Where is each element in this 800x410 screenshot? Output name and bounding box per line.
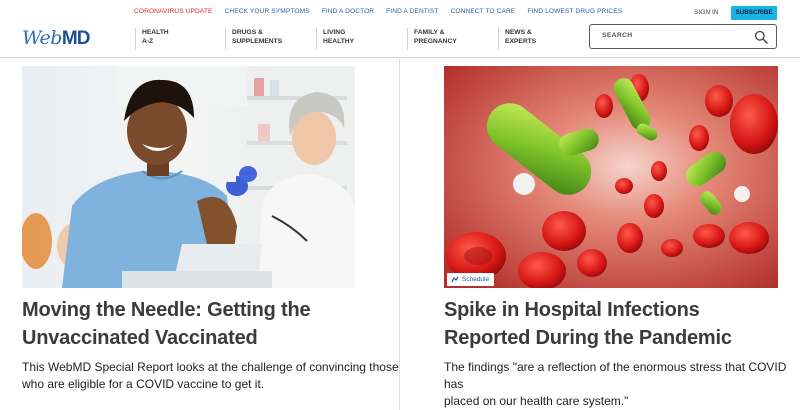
article-2-description: The findings "are a reflection of the en… (444, 359, 800, 410)
article-2-title-line2: Reported During the Pandemic (444, 327, 732, 349)
nav-drugs-supplements[interactable]: DRUGS & SUPPLEMENTS (225, 28, 282, 50)
article-2-desc-line1: The findings "are a reflection of the en… (444, 360, 787, 391)
nav-health-az[interactable]: HEALTH A-Z (135, 28, 169, 50)
logo-web-text: Web (22, 27, 62, 49)
coronavirus-update-link[interactable]: CORONAVIRUS UPDATE (134, 8, 213, 15)
connect-to-care-link[interactable]: CONNECT TO CARE (451, 8, 516, 15)
utility-links: CORONAVIRUS UPDATE CHECK YOUR SYMPTOMS F… (134, 8, 634, 15)
nav-living-line2: HEALTHY (323, 38, 355, 45)
article-2-title-line1: Spike in Hospital Infections (444, 299, 700, 321)
webmd-logo[interactable]: WebMD (22, 27, 91, 50)
check-symptoms-link[interactable]: CHECK YOUR SYMPTOMS (225, 8, 310, 15)
nav-family-pregnancy[interactable]: FAMILY & PREGNANCY (407, 28, 457, 50)
article-1-description: This WebMD Special Report looks at the c… (22, 359, 399, 393)
article-1-title-line2: Unvaccinated Vaccinated (22, 327, 258, 349)
find-drug-prices-link[interactable]: FIND LOWEST DRUG PRICES (527, 8, 622, 15)
nav-family-line2: PREGNANCY (414, 38, 457, 45)
nav-news-line1: NEWS & (505, 29, 532, 36)
article-1-desc-line1: This WebMD Special Report looks at the c… (22, 360, 399, 374)
article-2-desc-line2: placed on our health care system." (444, 394, 629, 408)
nav-drugs-line1: DRUGS & (232, 29, 263, 36)
nav-drugs-line2: SUPPLEMENTS (232, 38, 283, 45)
bacteria-illustration[interactable] (444, 66, 778, 288)
article-1-desc-line2: who are eligible for a COVID vaccine to … (22, 377, 265, 391)
sign-in-link[interactable]: SIGN IN (694, 9, 719, 16)
vaccination-photo[interactable] (22, 66, 355, 288)
subscribe-button[interactable]: SUBSCRIBE (731, 6, 777, 20)
schedule-badge[interactable]: Schedule (447, 273, 495, 286)
nav-family-line1: FAMILY & (414, 29, 445, 36)
site-header: CORONAVIRUS UPDATE CHECK YOUR SYMPTOMS F… (0, 0, 800, 58)
schedule-badge-label: Schedule (462, 276, 490, 283)
nav-health-az-line1: HEALTH (142, 29, 169, 36)
find-doctor-link[interactable]: FIND A DOCTOR (322, 8, 374, 15)
column-divider (399, 58, 400, 410)
nav-health-az-line2: A-Z (142, 38, 154, 45)
article-2-title[interactable]: Spike in Hospital Infections Reported Du… (444, 296, 732, 352)
article-1-title[interactable]: Moving the Needle: Getting the Unvaccina… (22, 296, 311, 352)
schedule-icon (451, 276, 459, 283)
magnifier-icon[interactable] (754, 30, 768, 44)
search-input[interactable] (602, 32, 752, 39)
nav-living-line1: LIVING (323, 29, 346, 36)
find-dentist-link[interactable]: FIND A DENTIST (386, 8, 438, 15)
nav-living-healthy[interactable]: LIVING HEALTHY (316, 28, 354, 50)
nav-news-experts[interactable]: NEWS & EXPERTS (498, 28, 536, 50)
article-1-title-line1: Moving the Needle: Getting the (22, 299, 311, 321)
search-box[interactable] (589, 24, 777, 49)
nav-news-line2: EXPERTS (505, 38, 537, 45)
logo-md-text: MD (61, 28, 91, 49)
